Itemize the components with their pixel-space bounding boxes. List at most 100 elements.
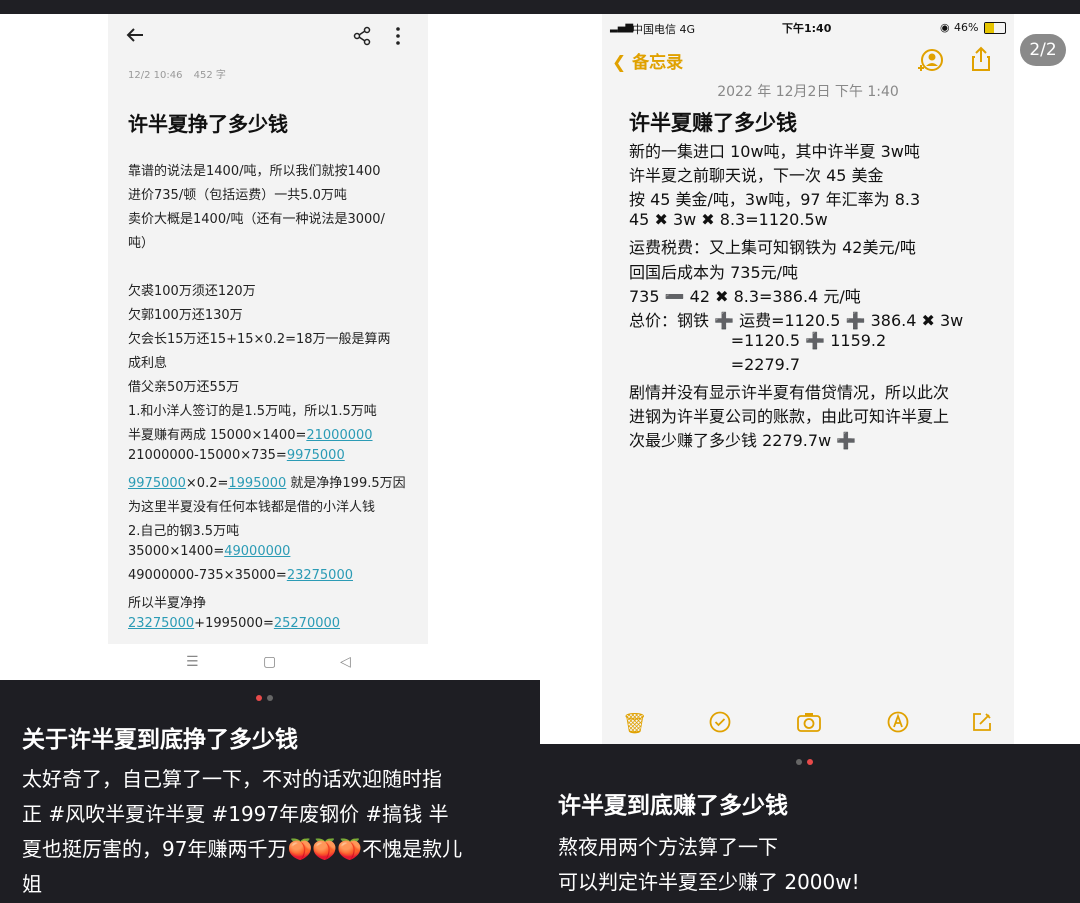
note-line: 进钢为许半夏公司的账款，由此可知许半夏上: [629, 407, 950, 427]
note-line: 735 ➖ 42 ✖ 8.3=386.4 元/吨: [629, 286, 861, 306]
right-caption: 许半夏到底赚了多少钱 熬夜用两个方法算了一下 可以判定许半夏至少赚了 2000w…: [540, 744, 1080, 903]
number-link[interactable]: 25270000: [274, 616, 340, 631]
note-text: 1.和小洋人签订的是1.5万吨，所以1.5万吨: [128, 404, 377, 419]
share-icon[interactable]: [970, 46, 992, 72]
home-icon[interactable]: ▢: [263, 654, 276, 670]
note-line: 按 45 美金/吨，3w吨，97 年汇率为 8.3: [629, 190, 921, 210]
note-meta: 12/2 10:46 452 字: [128, 66, 226, 81]
top-strip: [540, 0, 1080, 14]
note-line: 49000000-735×35000=23275000: [128, 568, 353, 583]
note-text: 21000000-15000×735=: [128, 448, 287, 463]
note-date: 2022 年 12月2日 下午 1:40: [717, 84, 899, 100]
note-line: 2.自己的钢3.5万吨: [128, 520, 239, 539]
note-line: 半夏赚有两成 15000×1400=21000000: [128, 424, 373, 443]
chevron-left-icon: ❮: [612, 53, 627, 73]
back-arrow-icon[interactable]: [124, 24, 146, 46]
ios-notes-screen: ▂▄▆ 中国电信 4G 下午1:40 ◉ 46% ❮ 备忘录 2022 年 12…: [602, 14, 1014, 744]
left-caption: 关于许半夏到底挣了多少钱 太好奇了，自己算了一下，不对的话欢迎随时指 正 #风吹…: [0, 680, 540, 903]
note-text: 靠谱的说法是1400/吨，所以我们就按1400: [128, 164, 381, 179]
number-link[interactable]: 9975000: [287, 448, 345, 463]
caption-body: 太好奇了，自己算了一下，不对的话欢迎随时指 正 #风吹半夏许半夏 #1997年废…: [22, 762, 462, 902]
caption-body: 熬夜用两个方法算了一下 可以判定许半夏至少赚了 2000w!: [558, 830, 860, 900]
note-text: 借父亲50万还55万: [128, 380, 240, 395]
note-text: 吨）: [128, 236, 155, 251]
number-link[interactable]: 21000000: [306, 428, 372, 443]
camera-icon[interactable]: [796, 711, 821, 735]
carousel-dots: [256, 695, 273, 701]
note-line: 总价：钢铁 ➕ 运费=1120.5 ➕ 386.4 ✖ 3w: [629, 310, 964, 330]
note-line: 借父亲50万还55万: [128, 376, 239, 395]
note-line: 45 ✖ 3w ✖ 8.3=1120.5w: [629, 210, 828, 230]
note-text: 2.自己的钢3.5万吨: [128, 524, 240, 539]
note-text: 进价735/顿（包括运费）一共5.0万吨: [128, 188, 347, 203]
android-nav-bar: ☰ ▢ ◁: [108, 644, 428, 680]
note-line: 吨）: [128, 232, 154, 251]
note-text: 49000000-735×35000=: [128, 568, 287, 583]
note-line: 所以半夏净挣: [128, 592, 206, 611]
note-text: 为这里半夏没有任何本钱都是借的小洋人钱: [128, 500, 376, 515]
note-line: =1120.5 ➕ 1159.2: [629, 330, 887, 350]
markup-icon[interactable]: [886, 711, 910, 735]
note-line: 回国后成本为 735元/吨: [629, 262, 799, 282]
note-line: =2279.7: [629, 354, 801, 374]
dot: [796, 759, 802, 765]
dot-active: [807, 759, 813, 765]
number-link[interactable]: 23275000: [128, 616, 194, 631]
caption-line: 夏也挺厉害的，97年赚两千万🍑🍑🍑不愧是款儿: [22, 837, 463, 861]
note-line: 运费税费：又上集可知钢铁为 42美元/吨: [629, 238, 916, 258]
number-link[interactable]: 9975000: [128, 476, 186, 491]
note-line: 进价735/顿（包括运费）一共5.0万吨: [128, 184, 347, 203]
note-line: 卖价大概是1400/吨（还有一种说法是3000/: [128, 208, 385, 227]
battery-icon: [984, 22, 1006, 34]
note-text: 欠会长15万还15+15×0.2=18万一般是算两: [128, 332, 391, 347]
caption-title: 关于许半夏到底挣了多少钱: [22, 727, 298, 753]
note-title: 许半夏挣了多少钱: [128, 112, 288, 136]
more-icon[interactable]: [390, 26, 406, 46]
note-text: 就是净挣199.5万因: [286, 476, 406, 491]
note-line: 23275000+1995000=25270000: [128, 616, 340, 631]
caption-line: 正 #风吹半夏许半夏 #1997年废钢价 #搞钱 半: [22, 802, 449, 826]
signal-icon: ▂▄▆: [610, 22, 634, 33]
page-indicator: 2/2: [1020, 34, 1066, 66]
caption-line: 姐: [22, 872, 42, 896]
note-line: 次最少赚了多少钱 2279.7w ➕: [629, 431, 857, 451]
add-people-icon[interactable]: [916, 48, 943, 72]
note-line: 靠谱的说法是1400/吨，所以我们就按1400: [128, 160, 381, 179]
note-line: 欠裘100万须还120万: [128, 280, 256, 299]
caption-line: 熬夜用两个方法算了一下: [558, 835, 778, 859]
caption-title: 许半夏到底赚了多少钱: [558, 793, 788, 819]
status-time: 下午1:40: [782, 22, 832, 35]
note-line: 欠郭100万还130万: [128, 304, 243, 323]
compose-icon[interactable]: [970, 711, 994, 735]
number-link[interactable]: 49000000: [224, 544, 290, 559]
share-icon[interactable]: [352, 26, 372, 46]
trash-icon[interactable]: 🗑: [622, 711, 647, 735]
note-text: 欠裘100万须还120万: [128, 284, 256, 299]
top-strip: [0, 0, 540, 14]
caption-line: 太好奇了，自己算了一下，不对的话欢迎随时指: [22, 767, 442, 791]
battery-percent: 46%: [954, 21, 979, 34]
menu-icon[interactable]: ☰: [186, 654, 199, 670]
checklist-icon[interactable]: [708, 711, 732, 735]
back-button[interactable]: ❮ 备忘录: [612, 48, 683, 73]
back-label: 备忘录: [632, 53, 684, 73]
number-link[interactable]: 23275000: [287, 568, 353, 583]
note-line: 为这里半夏没有任何本钱都是借的小洋人钱: [128, 496, 375, 515]
note-line: 9975000×0.2=1995000 就是净挣199.5万因: [128, 472, 406, 491]
dot-active: [256, 695, 262, 701]
dot: [267, 695, 273, 701]
number-link[interactable]: 1995000: [228, 476, 286, 491]
back-triangle-icon[interactable]: ◁: [340, 654, 351, 670]
note-text: +1995000=: [194, 616, 274, 631]
note-text: 所以半夏净挣: [128, 596, 207, 611]
note-text: 卖价大概是1400/吨（还有一种说法是3000/: [128, 212, 385, 227]
orientation-lock-icon: ◉: [940, 21, 950, 34]
note-line: 35000×1400=49000000: [128, 544, 290, 559]
note-text: 半夏赚有两成 15000×1400=: [128, 428, 307, 443]
note-text: 欠郭100万还130万: [128, 308, 243, 323]
note-line: 欠会长15万还15+15×0.2=18万一般是算两: [128, 328, 391, 347]
note-text: ×0.2=: [185, 476, 229, 491]
note-text: 35000×1400=: [128, 544, 225, 559]
note-line: 剧情并没有显示许半夏有借贷情况，所以此次: [629, 383, 950, 402]
note-title: 许半夏赚了多少钱: [629, 111, 797, 135]
